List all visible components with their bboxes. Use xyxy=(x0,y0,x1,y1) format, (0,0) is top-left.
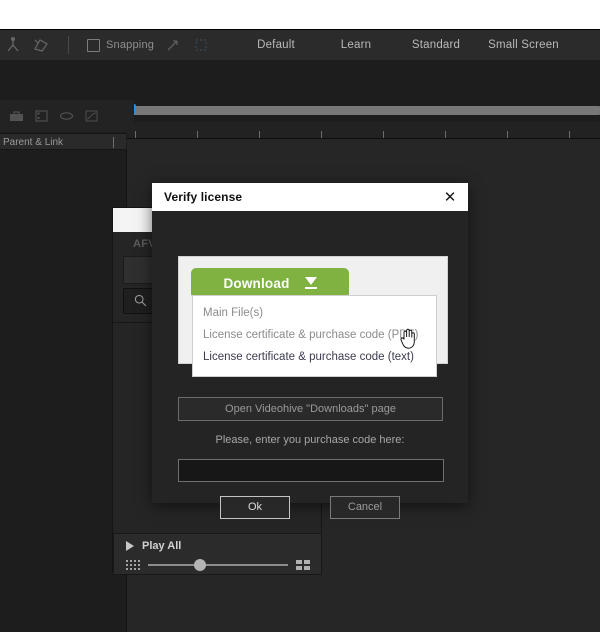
toolbar-icon-group: Snapping xyxy=(0,36,210,54)
play-all-header[interactable]: Play All xyxy=(126,540,181,552)
film-icon[interactable] xyxy=(33,108,50,124)
verify-license-dialog: Verify license ✕ Download Main File(s) L… xyxy=(152,183,468,519)
snapping-toggle[interactable]: Snapping xyxy=(87,38,155,52)
dialog-titlebar: Verify license ✕ xyxy=(152,183,468,211)
download-dropdown-menu: Main File(s) License certificate & purch… xyxy=(192,295,437,377)
timeline-tick xyxy=(135,131,136,138)
workspace-tab-standard[interactable]: Standard xyxy=(396,39,476,51)
magnifier-icon xyxy=(134,294,147,307)
play-triangle-icon[interactable] xyxy=(126,541,134,551)
mask-transform-icon[interactable] xyxy=(192,36,210,54)
play-all-controls xyxy=(126,558,310,572)
download-arrow-icon xyxy=(304,276,317,290)
grid-blocks-icon[interactable] xyxy=(296,560,310,570)
timeline-tick xyxy=(507,131,508,138)
timeline-panel xyxy=(127,100,600,139)
workspace-tab-small-screen[interactable]: Small Screen xyxy=(476,39,571,51)
timeline-tick xyxy=(569,131,570,138)
purchase-code-prompt: Please, enter you purchase code here: xyxy=(215,434,405,446)
thumbnail-size-slider[interactable] xyxy=(148,559,288,571)
play-all-panel: Play All xyxy=(113,533,322,575)
timeline-tick xyxy=(197,131,198,138)
play-all-label: Play All xyxy=(142,540,182,552)
parent-and-link-header: Parent & Link xyxy=(0,133,126,150)
dialog-title: Verify license xyxy=(164,190,243,204)
menu-item-license-text[interactable]: License certificate & purchase code (tex… xyxy=(193,346,436,368)
puppet-pin-icon[interactable] xyxy=(4,36,22,54)
toolbox-icon[interactable] xyxy=(8,108,25,124)
toolbar-separator xyxy=(68,36,69,54)
graph-editor-icon[interactable] xyxy=(83,108,100,124)
close-icon[interactable]: ✕ xyxy=(440,187,460,207)
slider-knob[interactable] xyxy=(194,559,207,571)
roto-brush-icon[interactable] xyxy=(32,36,50,54)
grid-dots-icon[interactable] xyxy=(126,560,140,570)
workspace-tab-learn[interactable]: Learn xyxy=(316,39,396,51)
cancel-button[interactable]: Cancel xyxy=(330,496,400,519)
dialog-button-row: Ok Cancel xyxy=(152,496,468,519)
timeline-tick xyxy=(321,131,322,138)
application-window: Snapping Default Learn Standard Small Sc… xyxy=(0,0,600,632)
timeline-scrollbar[interactable] xyxy=(127,106,600,115)
menu-item-license-pdf[interactable]: License certificate & purchase code (PDF… xyxy=(193,324,436,346)
download-card: Download Main File(s) License certificat… xyxy=(178,256,448,377)
menu-item-main-files[interactable]: Main File(s) xyxy=(193,302,436,324)
timeline-ruler[interactable] xyxy=(127,122,600,139)
layer-list-area xyxy=(0,150,127,632)
ok-button[interactable]: Ok xyxy=(220,496,290,519)
left-panel-toolbar xyxy=(0,100,134,132)
snapping-checkbox-icon[interactable] xyxy=(87,38,100,52)
app-titlebar xyxy=(0,0,600,30)
download-button[interactable]: Download xyxy=(191,268,349,298)
download-button-label: Download xyxy=(223,275,290,291)
parent-link-divider xyxy=(113,137,114,148)
timeline-tick xyxy=(383,131,384,138)
eraser-icon[interactable] xyxy=(58,108,75,124)
parent-link-label: Parent & Link xyxy=(3,137,64,148)
snapping-label: Snapping xyxy=(106,39,155,51)
timeline-tick xyxy=(445,131,446,138)
workspace-tab-default[interactable]: Default xyxy=(236,39,316,51)
workspace-tabs: Default Learn Standard Small Screen xyxy=(236,30,571,60)
pan-behind-icon[interactable] xyxy=(164,36,182,54)
timeline-tick xyxy=(259,131,260,138)
open-downloads-page-button[interactable]: Open Videohive "Downloads" page xyxy=(178,397,443,421)
dialog-body: Download Main File(s) License certificat… xyxy=(152,211,468,519)
purchase-code-input[interactable] xyxy=(178,459,444,482)
